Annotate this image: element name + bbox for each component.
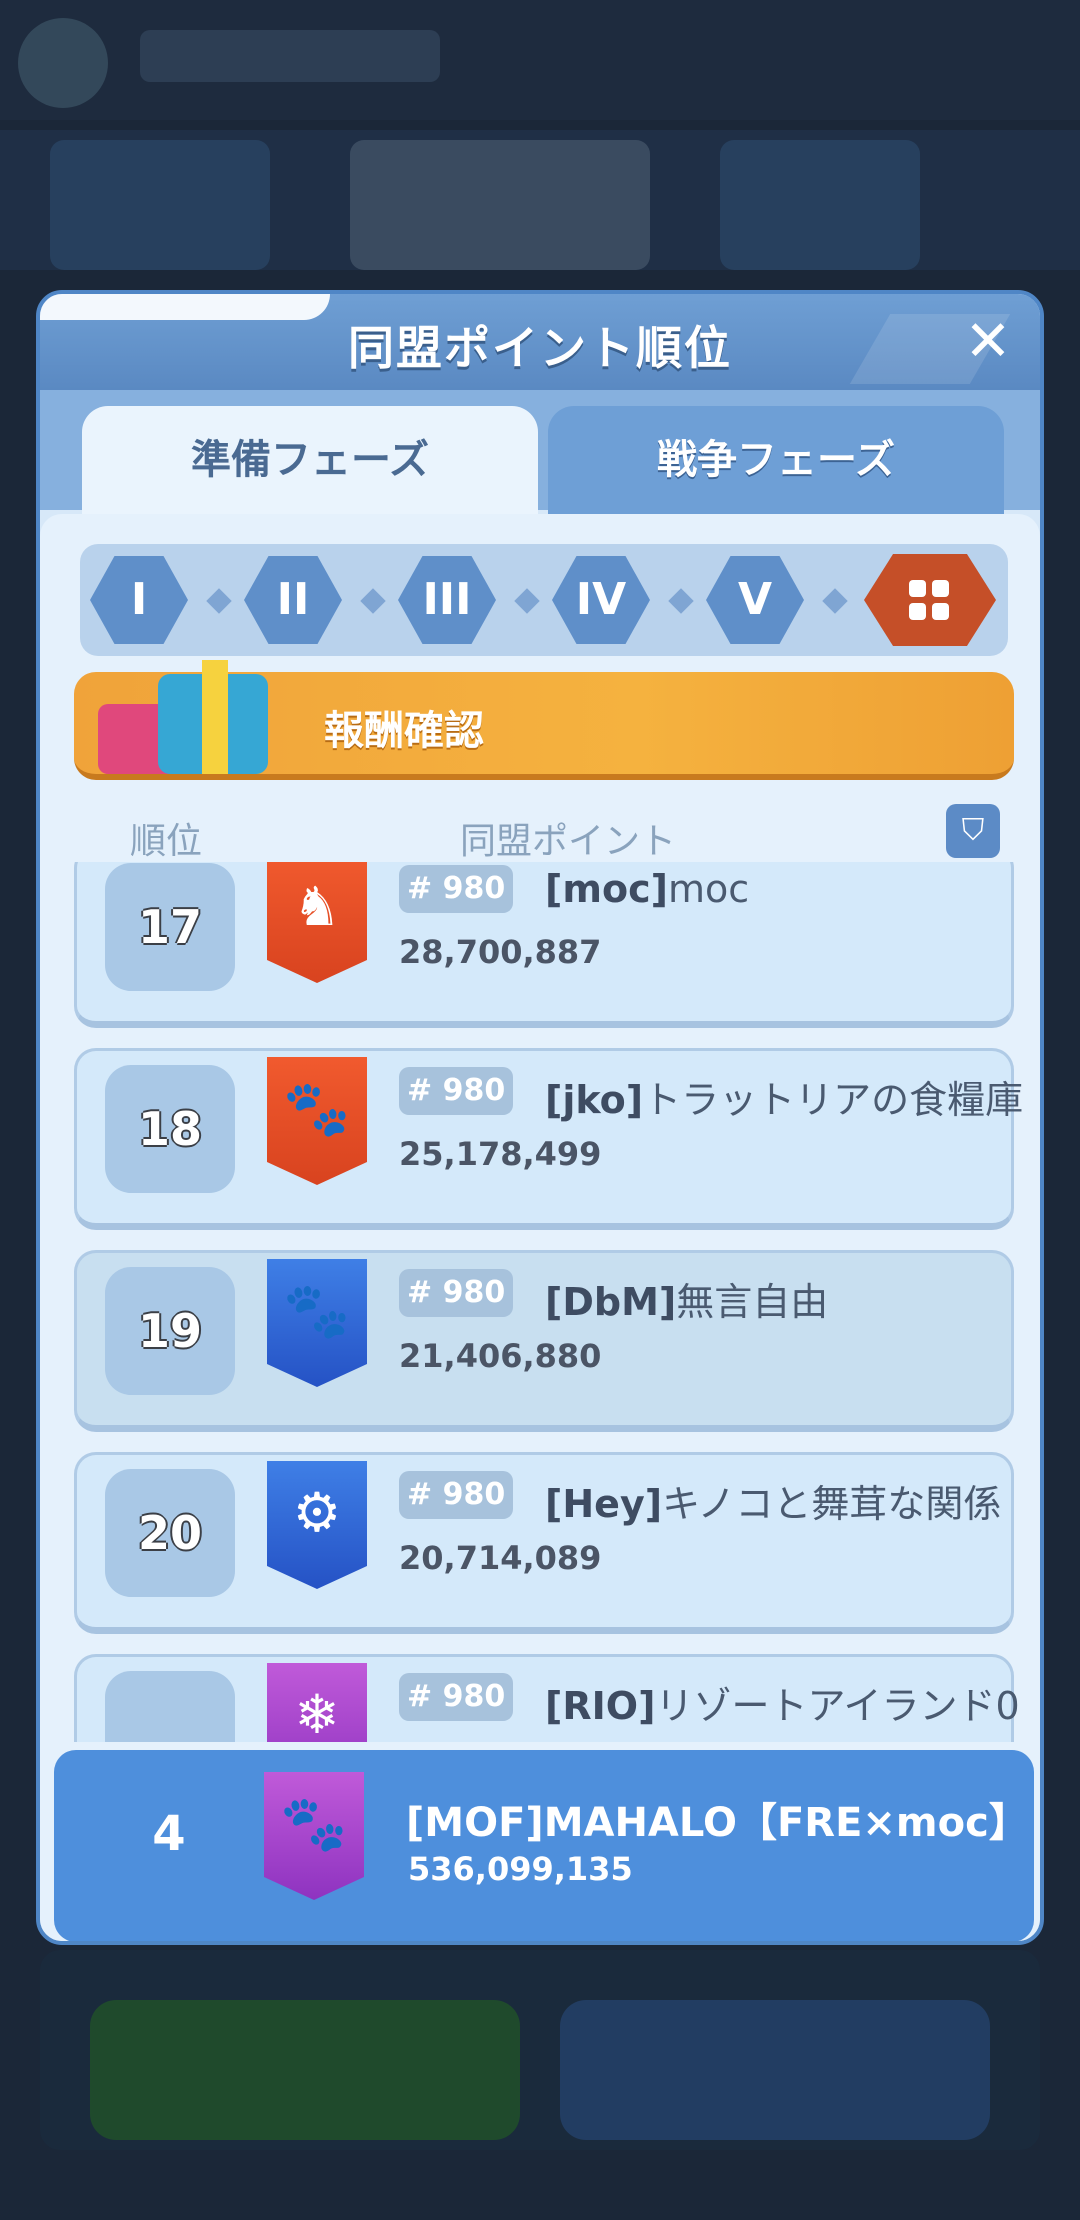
- stage-button-1[interactable]: I: [90, 556, 188, 644]
- background-name-plate: [140, 30, 440, 82]
- alliance-points: 20,714,089: [399, 1539, 602, 1577]
- alliance-name: [jko]トラットリアの食糧庫: [545, 1078, 1024, 1122]
- stage-button-3[interactable]: III: [398, 556, 496, 644]
- stage-selector: I II III IV V: [80, 544, 1008, 656]
- background-card: [350, 140, 650, 270]
- own-alliance-row[interactable]: 4 🐾 [MOF]MAHALO【FRE×moc】 536,099,135: [54, 1750, 1034, 1941]
- filter-icon[interactable]: ⛉: [946, 804, 1000, 858]
- own-alliance-name: [MOF]MAHALO【FRE×moc】: [406, 1800, 1029, 1846]
- alliance-points: 25,178,499: [399, 1135, 602, 1173]
- alliance-ranking-modal: 同盟ポイント順位 ✕ 準備フェーズ 戦争フェーズ I II III IV V 報…: [36, 290, 1044, 1945]
- modal-header: 同盟ポイント順位 ✕: [40, 294, 1040, 390]
- alliance-banner: 🐾: [267, 1259, 367, 1387]
- alliance-points: 21,406,880: [399, 1337, 602, 1375]
- background-avatar: [18, 18, 108, 108]
- alliance-name: [moc]moc: [545, 867, 750, 911]
- server-badge: # 980: [399, 865, 514, 913]
- stage-all-button[interactable]: [864, 554, 996, 646]
- background-card: [720, 140, 920, 270]
- alliance-points: 28,700,887: [399, 933, 602, 971]
- ranking-list[interactable]: 17 ♞ # 980 [moc]moc 28,700,887 18 🐾 # 98…: [40, 862, 1040, 1742]
- paw-icon: 🐾: [283, 1077, 351, 1140]
- rank-number: 20: [105, 1469, 235, 1597]
- paw-icon: 🐾: [283, 1279, 351, 1342]
- background-green-button: [90, 2000, 520, 2140]
- server-badge: # 980: [399, 1673, 514, 1721]
- snowflake-icon: ❄: [294, 1683, 340, 1742]
- stage-button-4[interactable]: IV: [552, 556, 650, 644]
- reward-check-banner[interactable]: 報酬確認: [74, 660, 1014, 780]
- ranking-row[interactable]: 18 🐾 # 980 [jko]トラットリアの食糧庫 25,178,499: [74, 1048, 1023, 1230]
- paw-icon: 🐾: [280, 1792, 348, 1855]
- cannon-icon: ⚙: [292, 1481, 342, 1544]
- column-points-header: 同盟ポイント: [460, 821, 677, 862]
- stage-button-5[interactable]: V: [706, 556, 804, 644]
- ranking-row[interactable]: 20 ⚙ # 980 [Hey]キノコと舞茸な関係 20,714,089: [74, 1452, 1014, 1634]
- server-badge: # 980: [399, 1471, 514, 1519]
- ranking-row[interactable]: ❄ # 980 [RIO]リゾートアイランド0: [74, 1654, 1020, 1742]
- moose-icon: ♞: [292, 875, 342, 938]
- alliance-banner: ❄: [267, 1663, 367, 1742]
- stage-separator: [668, 588, 694, 614]
- alliance-name: [RIO]リゾートアイランド0: [545, 1684, 1020, 1728]
- own-alliance-banner: 🐾: [264, 1772, 364, 1900]
- rank-number: [105, 1671, 235, 1742]
- modal-title: 同盟ポイント順位: [348, 321, 732, 375]
- stage-separator: [360, 588, 386, 614]
- reward-check-label: 報酬確認: [324, 708, 484, 754]
- alliance-banner: ♞: [267, 862, 367, 983]
- alliance-banner: ⚙: [267, 1461, 367, 1589]
- rank-number: 19: [105, 1267, 235, 1395]
- ranking-row[interactable]: 17 ♞ # 980 [moc]moc 28,700,887: [74, 862, 1014, 1028]
- tab-preparation-phase[interactable]: 準備フェーズ: [82, 406, 538, 514]
- gift-icon: [98, 654, 288, 780]
- stage-separator: [514, 588, 540, 614]
- tab-war-phase[interactable]: 戦争フェーズ: [548, 406, 1004, 514]
- stage-separator: [206, 588, 232, 614]
- grid-icon: [909, 580, 951, 622]
- server-badge: # 980: [399, 1067, 514, 1115]
- own-alliance-points: 536,099,135: [408, 1850, 633, 1888]
- ranking-content: I II III IV V 報酬確認 順位 同盟ポイント ⛉ 17 ♞ # 98…: [40, 514, 1040, 1941]
- alliance-banner: 🐾: [267, 1057, 367, 1185]
- own-rank-number: 4: [152, 1806, 186, 1862]
- alliance-name: [Hey]キノコと舞茸な関係: [545, 1482, 1002, 1526]
- background-blue-button: [560, 2000, 990, 2140]
- alliance-name: [DbM]無言自由: [545, 1280, 829, 1324]
- ranking-row[interactable]: 19 🐾 # 980 [DbM]無言自由 21,406,880: [74, 1250, 1014, 1432]
- stage-button-2[interactable]: II: [244, 556, 342, 644]
- background-card: [50, 140, 270, 270]
- stage-separator: [822, 588, 848, 614]
- close-icon[interactable]: ✕: [958, 312, 1018, 372]
- rank-number: 18: [105, 1065, 235, 1193]
- column-rank-header: 順位: [130, 821, 203, 862]
- server-badge: # 980: [399, 1269, 514, 1317]
- rank-number: 17: [105, 863, 235, 991]
